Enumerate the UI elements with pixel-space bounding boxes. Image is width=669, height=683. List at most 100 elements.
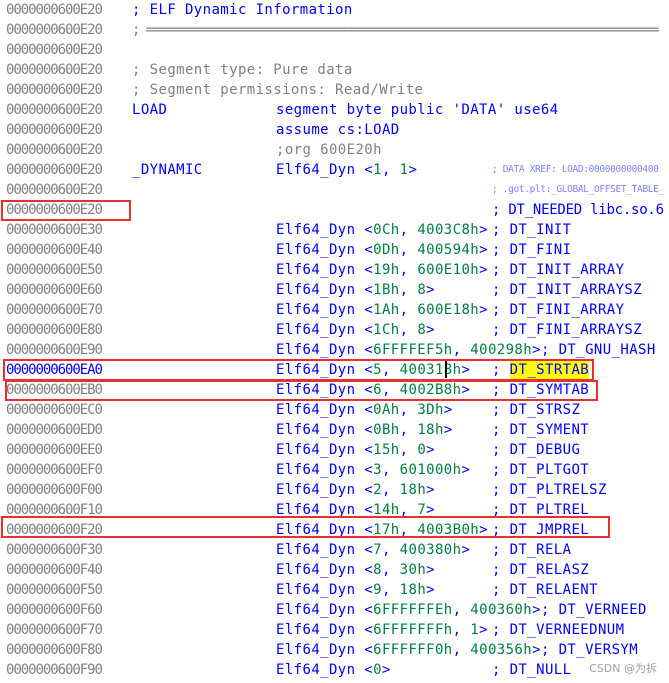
instruction[interactable]: Elf64_Dyn <1Ch, 8> ; DT_FINI_ARRAYSZ xyxy=(276,320,642,340)
instruction[interactable]: Elf64_Dyn <6FFFFFF0h, 400356h> ; DT_VERS… xyxy=(276,640,638,660)
address[interactable]: 0000000600F00 xyxy=(6,480,103,500)
address[interactable]: 0000000600E20 xyxy=(6,60,103,80)
listing-row[interactable]: 0000000600E20 ; Segment type: Pure data xyxy=(0,60,669,80)
listing-row[interactable]: 0000000600E20 _DYNAMIC Elf64_Dyn <1, 1> ; D… xyxy=(0,160,669,180)
listing-row[interactable]: 0000000600E20 ;org 600E20h xyxy=(0,140,669,160)
operand-value[interactable]: 7 xyxy=(373,542,382,558)
instruction[interactable]: Elf64_Dyn <0Bh, 18h> ; DT_SYMENT xyxy=(276,420,589,440)
address[interactable]: 0000000600F90 xyxy=(6,660,103,680)
listing-row[interactable]: 0000000600F30 Elf64_Dyn <7, 400380h> ; DT… xyxy=(0,540,669,560)
listing-row[interactable]: 0000000600E20 ; =========================… xyxy=(0,20,669,40)
operand-value[interactable]: 400318h xyxy=(400,362,462,378)
operand-value[interactable]: 400380h xyxy=(400,542,462,558)
comment[interactable]: ; .got.plt:_GLOBAL_OFFSET_TABLE_ xyxy=(492,180,664,200)
instruction[interactable]: Elf64_Dyn <0Dh, 400594h> ; DT_FINI xyxy=(276,240,571,260)
operand-value[interactable]: 4003B0h xyxy=(417,522,479,538)
address[interactable]: 0000000600E20 xyxy=(6,20,103,40)
listing-row[interactable]: 0000000600E60 Elf64_Dyn <1Bh, 8> ; DT_INI… xyxy=(0,280,669,300)
address[interactable]: 0000000600E20 xyxy=(6,100,103,120)
operand-value[interactable]: 4002B8h xyxy=(400,382,462,398)
listing-row[interactable]: 0000000600EB0 Elf64_Dyn <6, 4002B8h> ; DT… xyxy=(0,380,669,400)
address[interactable]: 0000000600E50 xyxy=(6,260,103,280)
instruction[interactable]: Elf64_Dyn <6FFFFEF5h, 400298h> ; DT_GNU_… xyxy=(276,340,656,360)
operand-value[interactable]: 6FFFFFF0h xyxy=(373,642,452,658)
instruction[interactable]: Elf64_Dyn <17h, 4003B0h> ; DT_JMPREL xyxy=(276,520,589,540)
listing-row[interactable]: 0000000600E20 ; Segment permissions: Read… xyxy=(0,80,669,100)
address[interactable]: 0000000600E20 xyxy=(6,160,103,180)
address[interactable]: 0000000600E30 xyxy=(6,220,103,240)
listing-row[interactable]: 0000000600F40 Elf64_Dyn <8, 30h> ; DT_REL… xyxy=(0,560,669,580)
operand-value[interactable]: 1Ah xyxy=(373,302,400,318)
address[interactable]: 0000000600F80 xyxy=(6,640,103,660)
comment[interactable]: ; DATA XREF: LOAD:0000000000400 xyxy=(492,160,659,180)
address[interactable]: 0000000600EB0 xyxy=(6,380,103,400)
listing-row[interactable]: 0000000600E40 Elf64_Dyn <0Dh, 400594h> ; … xyxy=(0,240,669,260)
instruction[interactable]: Elf64_Dyn <1Bh, 8> ; DT_INIT_ARRAYSZ xyxy=(276,280,642,300)
operand-value[interactable]: 0 xyxy=(417,442,426,458)
operand-value[interactable]: 0Ah xyxy=(373,402,400,418)
operand-value[interactable]: 600E10h xyxy=(417,262,479,278)
address[interactable]: 0000000600E60 xyxy=(6,280,103,300)
instruction[interactable]: Elf64_Dyn <0Ah, 3Dh> ; DT_STRSZ xyxy=(276,400,580,420)
address[interactable]: 0000000600EC0 xyxy=(6,400,103,420)
listing-row[interactable]: 0000000600E20 ; .got.plt:_GLOBAL_OFFSET_T… xyxy=(0,180,669,200)
instruction[interactable]: Elf64_Dyn <5, 400318h> ; DT_STRTAB xyxy=(276,360,590,380)
operand-value[interactable]: 0Ch xyxy=(373,222,400,238)
listing-row[interactable]: 0000000600E20 ; ELF Dynamic Information xyxy=(0,0,669,20)
listing-row[interactable]: 0000000600F60 Elf64_Dyn <6FFFFFFEh, 40036… xyxy=(0,600,669,620)
address[interactable]: 0000000600E20 xyxy=(6,40,103,60)
listing-row[interactable]: 0000000600F00 Elf64_Dyn <2, 18h> ; DT_PLT… xyxy=(0,480,669,500)
operand-value[interactable]: 8 xyxy=(373,562,382,578)
listing-row[interactable]: 0000000600E20 assume cs:LOAD xyxy=(0,120,669,140)
instruction[interactable]: Elf64_Dyn <6, 4002B8h> ; DT_SYMTAB xyxy=(276,380,589,400)
address[interactable]: 0000000600F70 xyxy=(6,620,103,640)
address[interactable]: 0000000600F50 xyxy=(6,580,103,600)
address[interactable]: 0000000600E20 xyxy=(6,200,103,220)
operand-value[interactable]: 1 xyxy=(400,162,409,178)
operand-value[interactable]: 6FFFFEF5h xyxy=(373,342,452,358)
comment-highlight[interactable]: DT_STRTAB xyxy=(509,360,590,380)
address[interactable]: 0000000600EA0 xyxy=(6,360,103,380)
listing-row[interactable]: 0000000600E90 Elf64_Dyn <6FFFFEF5h, 40029… xyxy=(0,340,669,360)
listing-row[interactable]: 0000000600F20 Elf64_Dyn <17h, 4003B0h> ; … xyxy=(0,520,669,540)
instruction[interactable]: Elf64_Dyn <14h, 7> ; DT_PLTREL xyxy=(276,500,589,520)
operand-value[interactable]: 18h xyxy=(400,482,427,498)
operand-value[interactable]: 17h xyxy=(373,522,400,538)
address[interactable]: 0000000600E20 xyxy=(6,140,103,160)
label[interactable]: _DYNAMIC xyxy=(132,160,203,180)
operand-value[interactable]: 1 xyxy=(470,622,479,638)
operand-value[interactable]: 8 xyxy=(417,322,426,338)
address[interactable]: 0000000600F10 xyxy=(6,500,103,520)
address[interactable]: 0000000600EE0 xyxy=(6,440,103,460)
listing-row[interactable]: 0000000600EA0 Elf64_Dyn <5, 400318h> ; DT… xyxy=(0,360,669,380)
listing-row[interactable]: 0000000600F70 Elf64_Dyn <6FFFFFFFh, 1> ; … xyxy=(0,620,669,640)
operand-value[interactable]: 400356h xyxy=(470,642,532,658)
listing-row[interactable]: 0000000600ED0 Elf64_Dyn <0Bh, 18h> ; DT_S… xyxy=(0,420,669,440)
operand-value[interactable]: 14h xyxy=(373,502,400,518)
operand-value[interactable]: 19h xyxy=(373,262,400,278)
operand-value[interactable]: 1Ch xyxy=(373,322,400,338)
instruction[interactable]: Elf64_Dyn <1, 1> xyxy=(276,160,492,180)
instruction[interactable]: Elf64_Dyn <3, 601000h> ; DT_PLTGOT xyxy=(276,460,589,480)
listing-row[interactable]: 0000000600E70 Elf64_Dyn <1Ah, 600E18h> ; … xyxy=(0,300,669,320)
operand-value[interactable]: 0Dh xyxy=(373,242,400,258)
address[interactable]: 0000000600F60 xyxy=(6,600,103,620)
address[interactable]: 0000000600F30 xyxy=(6,540,103,560)
listing-row[interactable]: 0000000600F80 Elf64_Dyn <6FFFFFF0h, 40035… xyxy=(0,640,669,660)
listing-row[interactable]: 0000000600E30 Elf64_Dyn <0Ch, 4003C8h> ; … xyxy=(0,220,669,240)
address[interactable]: 0000000600E20 xyxy=(6,80,103,100)
listing-row[interactable]: 0000000600E20 LOAD segment byte public 'DA… xyxy=(0,100,669,120)
instruction[interactable]: Elf64_Dyn <8, 30h> ; DT_RELASZ xyxy=(276,560,589,580)
instruction[interactable]: Elf64_Dyn <0Ch, 4003C8h> ; DT_INIT xyxy=(276,220,571,240)
operand-value[interactable]: 400360h xyxy=(470,602,532,618)
operand-value[interactable]: 5 xyxy=(373,362,382,378)
instruction[interactable]: Elf64_Dyn <1Ah, 600E18h> ; DT_FINI_ARRAY xyxy=(276,300,624,320)
operand-value[interactable]: 600E18h xyxy=(417,302,479,318)
operand-value[interactable]: 2 xyxy=(373,482,382,498)
instruction[interactable]: Elf64_Dyn <9, 18h> ; DT_RELAENT xyxy=(276,580,598,600)
listing-row[interactable]: 0000000600E80 Elf64_Dyn <1Ch, 8> ; DT_FIN… xyxy=(0,320,669,340)
operand-value[interactable]: 1Bh xyxy=(373,282,400,298)
address[interactable]: 0000000600F40 xyxy=(6,560,103,580)
operand-value[interactable]: 0 xyxy=(373,662,382,678)
listing-row[interactable]: 0000000600F50 Elf64_Dyn <9, 18h> ; DT_REL… xyxy=(0,580,669,600)
